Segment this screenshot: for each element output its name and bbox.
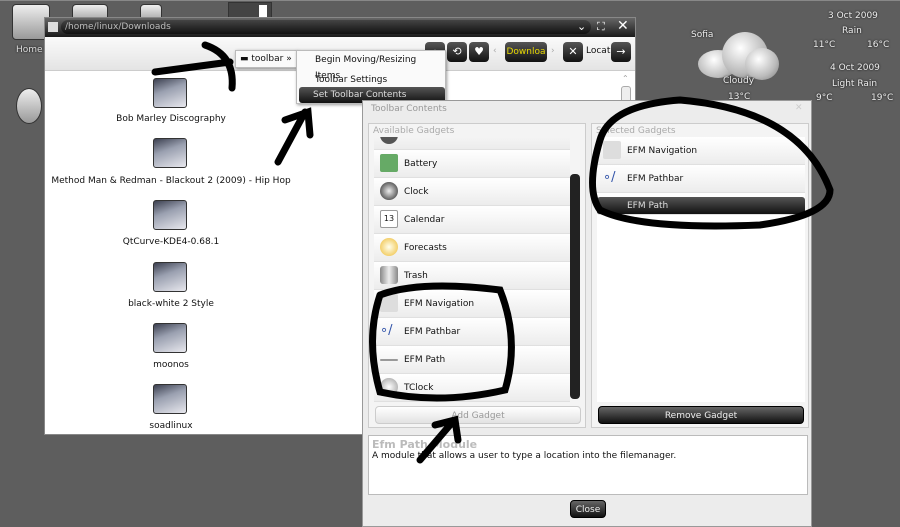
- arrow-annotation: [416, 415, 462, 464]
- arrow-annotation: [151, 41, 236, 92]
- arrow-annotation: [274, 107, 314, 166]
- circle-annotation: [369, 282, 515, 402]
- annotations: [151, 41, 834, 464]
- circle-annotation: [589, 96, 834, 230]
